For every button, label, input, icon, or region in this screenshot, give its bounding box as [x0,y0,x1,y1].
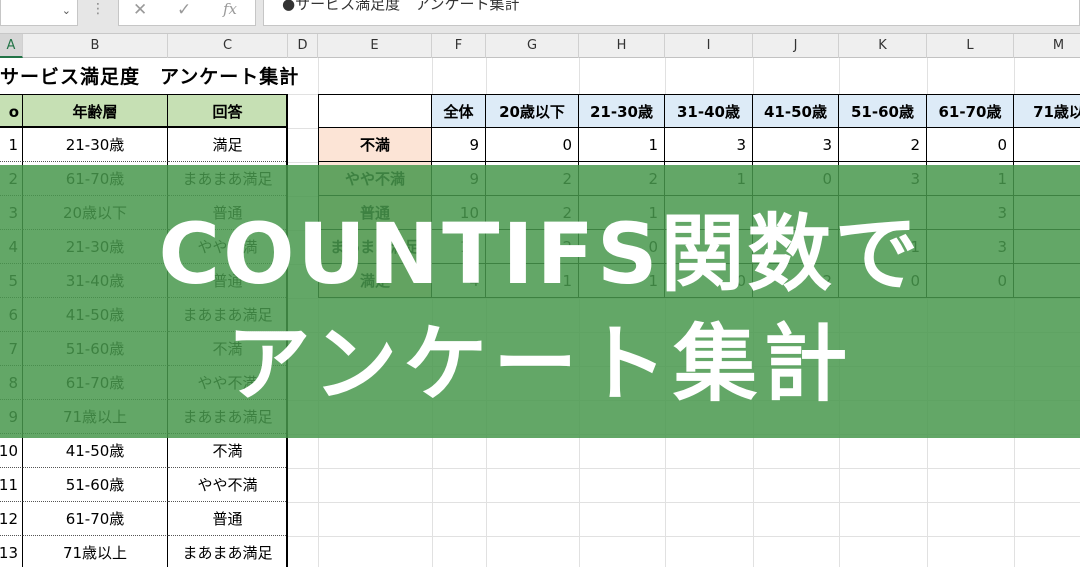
formula-buttons: ✕ ✓ fx [118,0,256,26]
formula-bar: ⌄ ⋮ ✕ ✓ fx ●サービス満足度 アンケート集計 [0,0,1080,34]
summary-cell-0-7[interactable] [1014,128,1080,162]
table-row-12-age[interactable]: 61-70歳 [23,502,168,536]
cancel-icon[interactable]: ✕ [133,0,147,20]
table-row-12-no[interactable]: 12 [0,502,23,536]
summary-header-6[interactable]: 61-70歳 [927,94,1014,128]
left-table-header-1[interactable]: 年齢層 [23,94,168,128]
column-header-d[interactable]: D [288,34,318,58]
column-header-g[interactable]: G [486,34,579,58]
table-row-11-no[interactable]: 11 [0,468,23,502]
summary-cell-0-3[interactable]: 3 [665,128,753,162]
formula-input[interactable]: ●サービス満足度 アンケート集計 [263,0,1080,26]
sheet-title: サービス満足度 アンケート集計 [0,66,300,88]
table-row-10-age[interactable]: 41-50歳 [23,434,168,468]
chevron-down-icon[interactable]: ⌄ [62,4,71,17]
table-row-10-no[interactable]: 10 [0,434,23,468]
column-header-m[interactable]: M [1014,34,1080,58]
summary-header-3[interactable]: 31-40歳 [665,94,753,128]
summary-cell-0-2[interactable]: 1 [579,128,665,162]
name-box[interactable]: ⌄ [0,0,78,26]
summary-header-1[interactable]: 20歳以下 [486,94,579,128]
column-header-i[interactable]: I [665,34,753,58]
title-banner: COUNTIFS関数で アンケート集計 [0,165,1080,438]
table-row-1-answer[interactable]: 満足 [168,128,288,162]
left-table-header-0[interactable]: o [0,94,23,128]
table-row-13-age[interactable]: 71歳以上 [23,536,168,567]
summary-cell-0-6[interactable]: 0 [927,128,1014,162]
banner-line-1: COUNTIFS関数で [158,205,922,303]
banner-line-2: アンケート集計 [226,315,854,413]
summary-header-0[interactable]: 全体 [432,94,486,128]
summary-corner[interactable] [318,94,432,128]
summary-header-4[interactable]: 41-50歳 [753,94,839,128]
column-header-f[interactable]: F [432,34,486,58]
table-row-10-answer[interactable]: 不満 [168,434,288,468]
table-row-13-no[interactable]: 13 [0,536,23,567]
table-row-11-answer[interactable]: やや不満 [168,468,288,502]
summary-header-2[interactable]: 21-30歳 [579,94,665,128]
summary-cell-0-5[interactable]: 2 [839,128,927,162]
summary-cell-0-0[interactable]: 9 [432,128,486,162]
column-header-row: A B C D E F G H I J K L M [0,34,1080,58]
summary-cell-0-4[interactable]: 3 [753,128,839,162]
summary-cell-0-1[interactable]: 0 [486,128,579,162]
summary-header-5[interactable]: 51-60歳 [839,94,927,128]
insert-function-icon[interactable]: fx [223,0,237,18]
column-header-j[interactable]: J [753,34,839,58]
column-header-c[interactable]: C [168,34,288,58]
summary-header-7[interactable]: 71歳以 [1014,94,1080,128]
summary-row-label-0[interactable]: 不満 [318,128,432,162]
column-header-k[interactable]: K [839,34,927,58]
confirm-icon[interactable]: ✓ [177,0,191,20]
table-row-11-age[interactable]: 51-60歳 [23,468,168,502]
table-row-12-answer[interactable]: 普通 [168,502,288,536]
table-row-1-age[interactable]: 21-30歳 [23,128,168,162]
column-header-l[interactable]: L [927,34,1014,58]
more-options-icon[interactable]: ⋮ [91,1,105,17]
column-header-e[interactable]: E [318,34,432,58]
left-table-header-2[interactable]: 回答 [168,94,288,128]
table-row-13-answer[interactable]: まあまあ満足 [168,536,288,567]
column-header-h[interactable]: H [579,34,665,58]
column-header-b[interactable]: B [23,34,168,58]
table-row-1-no[interactable]: 1 [0,128,23,162]
column-header-a[interactable]: A [0,34,23,58]
